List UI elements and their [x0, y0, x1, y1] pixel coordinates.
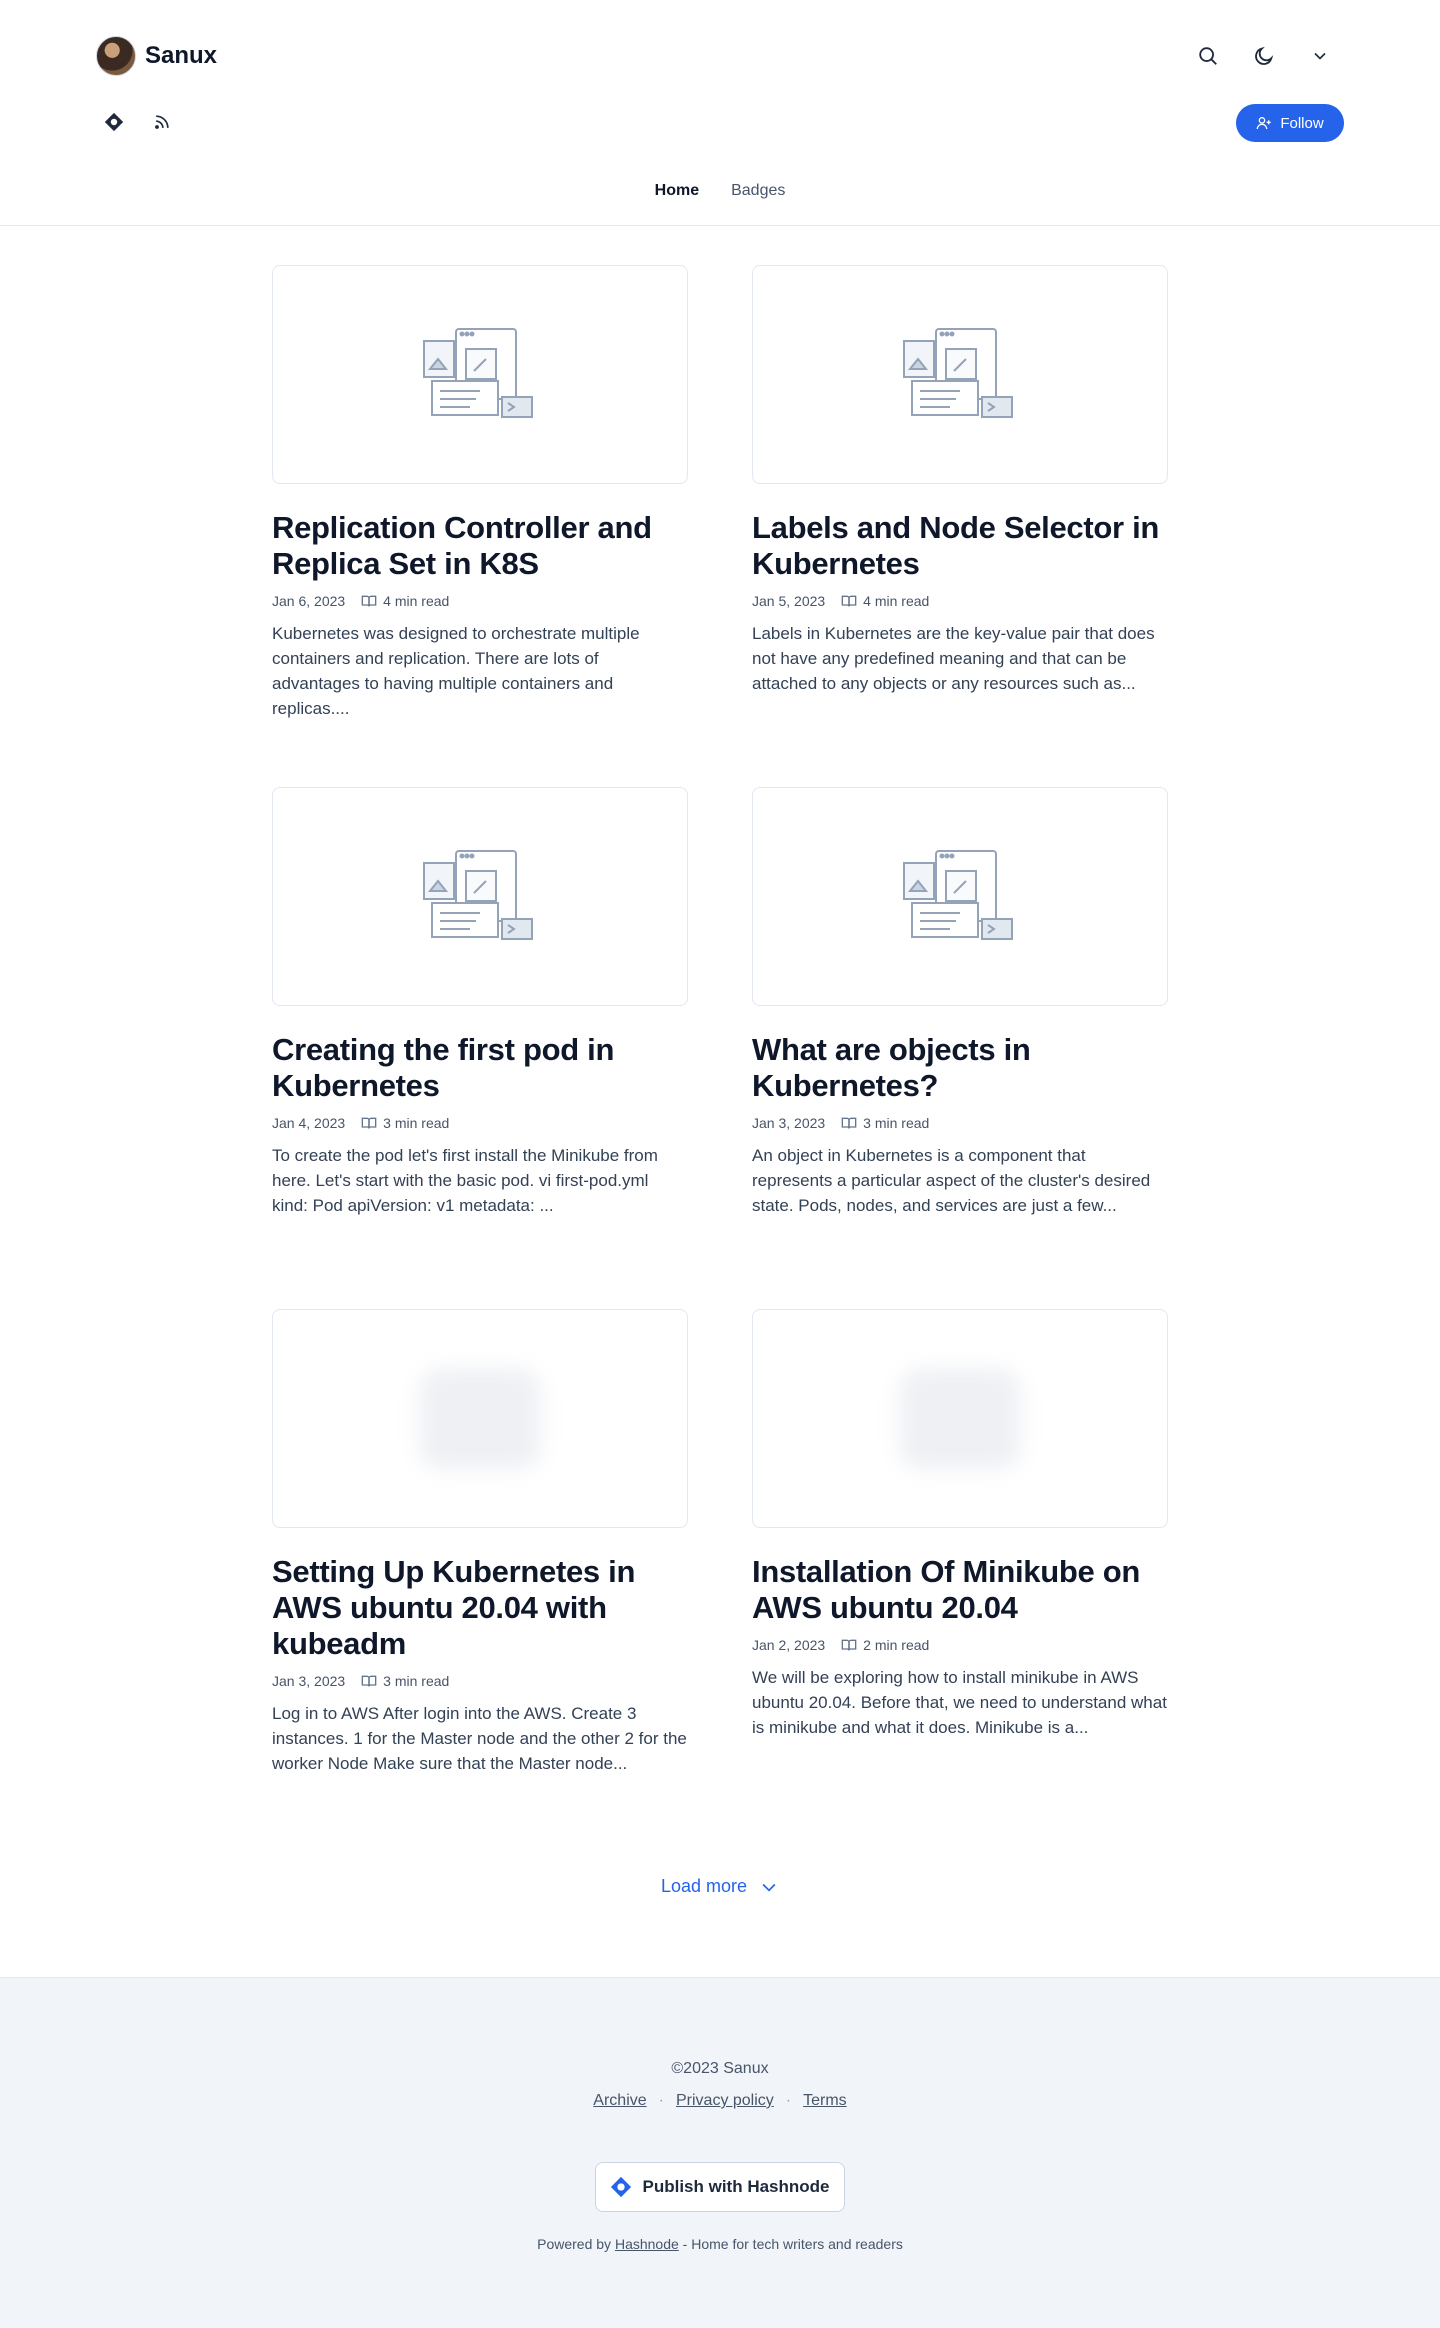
blog-name[interactable]: Sanux [145, 42, 217, 70]
post-meta: Jan 4, 2023 3 min read [272, 1115, 688, 1131]
post-cover[interactable] [752, 787, 1168, 1006]
read-time: 3 min read [361, 1673, 449, 1689]
post-title[interactable]: What are objects in Kubernetes? [752, 1032, 1168, 1104]
read-time: 4 min read [841, 593, 929, 609]
blog-nav: Home Badges [0, 182, 1440, 200]
read-time: 3 min read [841, 1115, 929, 1131]
book-icon [361, 1675, 377, 1687]
post-card[interactable]: What are objects in Kubernetes? Jan 3, 2… [752, 787, 1168, 1218]
footer: ©2023 Sanux Archive · Privacy policy · T… [0, 1977, 1440, 2328]
post-card[interactable]: Setting Up Kubernetes in AWS ubuntu 20.0… [272, 1309, 688, 1776]
placeholder-illustration-icon [903, 327, 1013, 418]
header-actions [1192, 40, 1336, 72]
post-excerpt[interactable]: We will be exploring how to install mini… [752, 1665, 1168, 1740]
post-card[interactable]: Creating the first pod in Kubernetes Jan… [272, 787, 688, 1218]
blog-header: Sanux Follow Home Badges [0, 0, 1440, 226]
social-links [100, 108, 176, 136]
post-excerpt[interactable]: To create the pod let's first install th… [272, 1143, 688, 1218]
post-excerpt[interactable]: Kubernetes was designed to orchestrate m… [272, 621, 688, 721]
loading-image-placeholder [900, 1368, 1020, 1469]
chevron-down-icon [762, 1883, 776, 1892]
post-date: Jan 2, 2023 [752, 1637, 826, 1653]
load-more-button[interactable]: Load more [661, 1876, 779, 1897]
post-title[interactable]: Labels and Node Selector in Kubernetes [752, 510, 1168, 582]
post-excerpt[interactable]: An object in Kubernetes is a component t… [752, 1143, 1168, 1218]
post-excerpt[interactable]: Log in to AWS After login into the AWS. … [272, 1701, 688, 1776]
archive-link[interactable]: Archive [593, 2092, 646, 2110]
search-icon[interactable] [1192, 40, 1224, 72]
placeholder-illustration-icon [423, 849, 533, 940]
book-icon [361, 595, 377, 607]
post-cover[interactable] [272, 787, 688, 1006]
post-title[interactable]: Setting Up Kubernetes in AWS ubuntu 20.0… [272, 1554, 688, 1662]
blog-brand[interactable]: Sanux [96, 36, 217, 76]
post-card[interactable]: Replication Controller and Replica Set i… [272, 265, 688, 721]
post-meta: Jan 2, 2023 2 min read [752, 1637, 1168, 1653]
powered-by: Powered by Hashnode - Home for tech writ… [537, 2236, 903, 2252]
post-meta: Jan 6, 2023 4 min read [272, 593, 688, 609]
book-icon [361, 1117, 377, 1129]
avatar[interactable] [96, 36, 136, 76]
publish-with-hashnode-button[interactable]: Publish with Hashnode [595, 2162, 845, 2212]
rss-icon[interactable] [148, 108, 176, 136]
follow-button[interactable]: Follow [1236, 104, 1344, 142]
add-user-icon [1256, 117, 1271, 130]
terms-link[interactable]: Terms [803, 2092, 847, 2110]
book-icon [841, 1639, 857, 1651]
hashnode-logo-icon [611, 2176, 632, 2198]
chevron-down-icon[interactable] [1304, 40, 1336, 72]
read-time: 4 min read [361, 593, 449, 609]
placeholder-illustration-icon [903, 849, 1013, 940]
nav-home[interactable]: Home [655, 182, 699, 200]
post-meta: Jan 3, 2023 3 min read [752, 1115, 1168, 1131]
hashnode-icon[interactable] [100, 108, 128, 136]
post-card[interactable]: Installation Of Minikube on AWS ubuntu 2… [752, 1309, 1168, 1740]
follow-label: Follow [1280, 114, 1324, 132]
privacy-policy-link[interactable]: Privacy policy [676, 2092, 774, 2110]
post-card[interactable]: Labels and Node Selector in Kubernetes J… [752, 265, 1168, 696]
post-title[interactable]: Creating the first pod in Kubernetes [272, 1032, 688, 1104]
nav-badges[interactable]: Badges [731, 182, 785, 200]
book-icon [841, 1117, 857, 1129]
copyright: ©2023 Sanux [671, 2060, 769, 2077]
hashnode-link[interactable]: Hashnode [615, 2236, 679, 2252]
read-time: 3 min read [361, 1115, 449, 1131]
post-title[interactable]: Replication Controller and Replica Set i… [272, 510, 688, 582]
post-title[interactable]: Installation Of Minikube on AWS ubuntu 2… [752, 1554, 1168, 1626]
post-cover[interactable] [272, 1309, 688, 1528]
loading-image-placeholder [420, 1368, 540, 1469]
post-date: Jan 3, 2023 [752, 1115, 826, 1131]
read-time: 2 min read [841, 1637, 929, 1653]
post-date: Jan 3, 2023 [272, 1673, 346, 1689]
post-date: Jan 6, 2023 [272, 593, 346, 609]
footer-links: Archive · Privacy policy · Terms [0, 2092, 1440, 2110]
post-cover[interactable] [752, 1309, 1168, 1528]
separator: · [658, 2092, 664, 2109]
post-cover[interactable] [752, 265, 1168, 484]
moon-icon[interactable] [1248, 40, 1280, 72]
load-more-container: Load more [0, 1876, 1440, 1897]
post-cover[interactable] [272, 265, 688, 484]
separator: · [785, 2092, 792, 2109]
book-icon [841, 595, 857, 607]
placeholder-illustration-icon [423, 327, 533, 418]
post-date: Jan 4, 2023 [272, 1115, 346, 1131]
post-excerpt[interactable]: Labels in Kubernetes are the key-value p… [752, 621, 1168, 696]
post-date: Jan 5, 2023 [752, 593, 826, 609]
post-meta: Jan 5, 2023 4 min read [752, 593, 1168, 609]
post-meta: Jan 3, 2023 3 min read [272, 1673, 688, 1689]
